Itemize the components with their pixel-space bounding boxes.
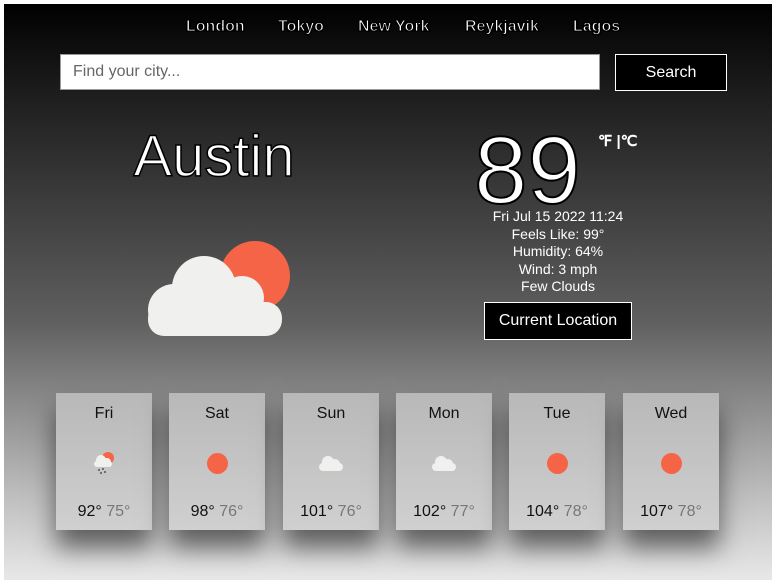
forecast-card-fri: Fri 92° 75° (56, 393, 152, 530)
feels-like: Feels Like: 99° (511, 225, 605, 242)
cloud-icon (396, 451, 492, 475)
forecast-card-sun: Sun 101° 76° (283, 393, 379, 530)
forecast-high: 102° (413, 503, 447, 520)
weather-app: London Tokyo New York Reykjavik Lagos Se… (4, 4, 772, 580)
forecast-day: Fri (94, 405, 114, 422)
forecast-day: Wed (654, 405, 688, 422)
cloud-icon (283, 451, 379, 475)
unit-toggle: ℉ |℃ (598, 132, 638, 150)
forecast-low: 75° (106, 503, 131, 520)
sun-behind-cloud-icon (144, 240, 294, 345)
forecast-low: 78° (677, 503, 702, 520)
date-time: Fri Jul 15 2022 11:24 (492, 208, 624, 224)
weather-details: Fri Jul 15 2022 11:24 Feels Like: 99° Hu… (458, 208, 658, 296)
forecast-temps: 101° 76° (283, 503, 379, 521)
forecast-high: 101° (300, 503, 334, 520)
forecast-low: 78° (563, 503, 588, 520)
nav-link-new-york[interactable]: New York (357, 18, 429, 36)
nav-link-lagos[interactable]: Lagos (572, 18, 620, 36)
forecast-high: 98° (190, 503, 215, 520)
rain-cloud-sun-icon (56, 451, 152, 475)
search-button[interactable]: Search (615, 54, 727, 91)
sun-icon (509, 451, 605, 475)
forecast-temps: 98° 76° (169, 503, 265, 521)
humidity: Humidity: 64% (512, 243, 604, 260)
forecast-day: Mon (428, 405, 460, 422)
fahrenheit-toggle[interactable]: ℉ (598, 133, 612, 150)
forecast-temps: 92° 75° (56, 503, 152, 521)
nav-link-tokyo[interactable]: Tokyo (278, 18, 325, 36)
current-location-button[interactable]: Current Location (484, 302, 632, 340)
nav-link-london[interactable]: London (186, 18, 246, 36)
forecast-temps: 104° 78° (509, 503, 605, 521)
forecast-day: Sun (316, 405, 346, 422)
forecast-card-mon: Mon 102° 77° (396, 393, 492, 530)
unit-separator: | (612, 133, 621, 150)
forecast-card-sat: Sat 98° 76° (169, 393, 265, 530)
city-search-input[interactable] (60, 54, 600, 90)
condition: Few Clouds (521, 278, 595, 295)
celsius-toggle[interactable]: ℃ (621, 133, 638, 150)
sun-icon (169, 451, 265, 475)
nav-link-reykjavik[interactable]: Reykjavik (465, 18, 540, 36)
forecast-row: Fri 92° 75° Sat 98° 76° Sun 101° 76° Mon… (56, 393, 736, 533)
forecast-high: 92° (77, 503, 102, 520)
forecast-high: 107° (640, 503, 674, 520)
forecast-temps: 107° 78° (623, 503, 719, 521)
forecast-day: Sat (204, 405, 229, 422)
forecast-card-tue: Tue 104° 78° (509, 393, 605, 530)
forecast-low: 76° (337, 503, 362, 520)
forecast-temps: 102° 77° (396, 503, 492, 521)
forecast-low: 76° (219, 503, 244, 520)
forecast-day: Tue (543, 405, 571, 422)
forecast-high: 104° (526, 503, 560, 520)
forecast-card-wed: Wed 107° 78° (623, 393, 719, 530)
sun-icon (623, 451, 719, 475)
wind: Wind: 3 mph (518, 260, 598, 277)
forecast-low: 77° (450, 503, 475, 520)
city-name: Austin (133, 123, 296, 190)
